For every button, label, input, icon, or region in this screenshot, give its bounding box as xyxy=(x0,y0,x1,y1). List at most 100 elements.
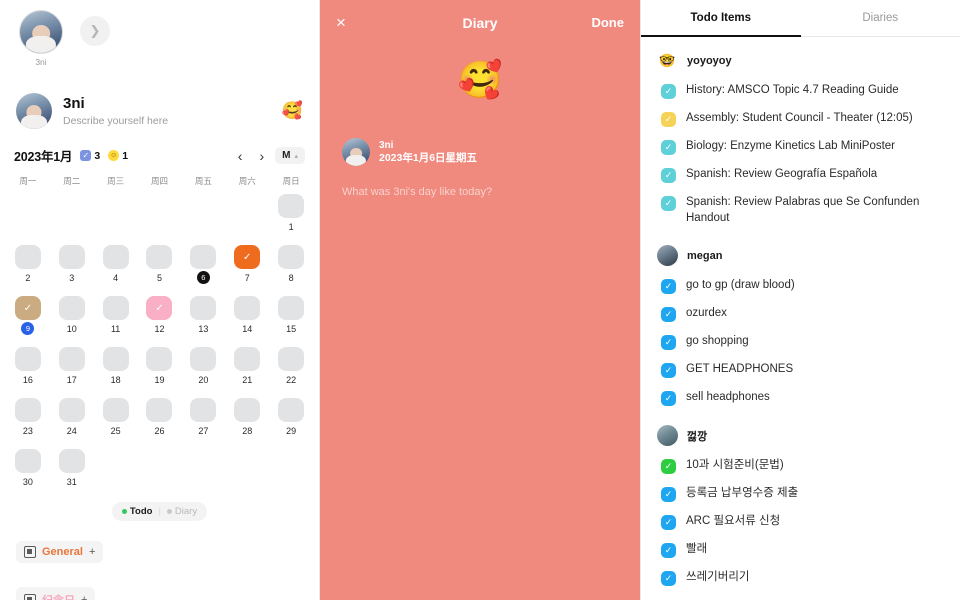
todo-item[interactable]: ✓ ARC 필요서류 신청 xyxy=(657,508,944,536)
calendar-day-cell[interactable]: 20 xyxy=(181,343,225,390)
checkbox-checked-icon[interactable]: ✓ xyxy=(661,543,676,559)
day-marker[interactable] xyxy=(102,296,129,320)
day-marker[interactable] xyxy=(146,398,173,422)
calendar-day-cell[interactable]: 19 xyxy=(138,343,182,390)
day-marker[interactable] xyxy=(278,296,305,320)
calendar-day-cell[interactable]: ✓ 7 xyxy=(225,241,269,288)
calendar-day-cell[interactable]: 21 xyxy=(225,343,269,390)
calendar-day-cell[interactable]: ✓ 9 xyxy=(6,292,50,339)
calendar-day-cell[interactable]: 4 xyxy=(94,241,138,288)
calendar-month-title[interactable]: 2023年1月 xyxy=(14,146,73,165)
day-marker[interactable] xyxy=(14,245,41,269)
add-item-icon[interactable]: + xyxy=(81,594,87,600)
done-button[interactable]: Done xyxy=(526,15,624,30)
calendar-day-cell[interactable]: 22 xyxy=(269,343,313,390)
calendar-day-cell[interactable]: 29 xyxy=(269,394,313,441)
profile-avatar[interactable] xyxy=(16,93,52,129)
calendar-day-cell[interactable]: 14 xyxy=(225,292,269,339)
calendar-day-cell[interactable]: 8 xyxy=(269,241,313,288)
todo-item[interactable]: ✓ go to gp (draw blood) xyxy=(657,272,944,300)
profile-row[interactable]: 3ni Describe yourself here 🥰 xyxy=(0,93,319,129)
diary-text-input[interactable]: What was 3ni's day like today? xyxy=(320,186,640,198)
checkbox-checked-icon[interactable]: ✓ xyxy=(661,84,676,99)
todo-item[interactable]: ✓ Assembly: Student Council - Theater (12… xyxy=(657,105,944,133)
day-marker-checked[interactable]: ✓ xyxy=(14,296,41,320)
todo-item[interactable]: ✓ sell headphones xyxy=(657,384,944,412)
calendar-day-cell[interactable]: 13 xyxy=(181,292,225,339)
day-marker[interactable] xyxy=(102,347,129,371)
day-marker[interactable] xyxy=(58,347,85,371)
day-marker[interactable] xyxy=(58,245,85,269)
calendar-day-cell[interactable]: 5 xyxy=(138,241,182,288)
story-item-3ni[interactable]: 3ni xyxy=(18,10,64,67)
next-month-icon[interactable]: › xyxy=(253,148,270,164)
checkbox-checked-icon[interactable]: ✓ xyxy=(661,140,676,155)
chevron-right-icon[interactable]: ❯ xyxy=(80,16,110,46)
checkbox-checked-icon[interactable]: ✓ xyxy=(661,515,676,531)
todo-item[interactable]: ✓ Spanish: Review Geografía Española xyxy=(657,161,944,189)
todo-item[interactable]: ✓ 등록금 납부영수증 제출 xyxy=(657,480,944,508)
calendar-day-cell[interactable]: 27 xyxy=(181,394,225,441)
day-marker[interactable] xyxy=(146,245,173,269)
day-marker[interactable] xyxy=(234,296,261,320)
day-marker[interactable] xyxy=(14,449,41,473)
calendar-day-cell[interactable]: 25 xyxy=(94,394,138,441)
day-marker[interactable] xyxy=(58,398,85,422)
day-marker[interactable] xyxy=(190,245,217,269)
checkbox-checked-icon[interactable]: ✓ xyxy=(661,391,676,407)
day-marker[interactable] xyxy=(58,296,85,320)
view-mode-button[interactable]: M ▴ xyxy=(275,147,305,164)
tag-1[interactable]: 纪念日 + xyxy=(16,587,96,600)
day-marker[interactable] xyxy=(58,449,85,473)
calendar-day-cell[interactable]: 18 xyxy=(94,343,138,390)
checkbox-checked-icon[interactable]: ✓ xyxy=(661,307,676,323)
checkbox-checked-icon[interactable]: ✓ xyxy=(661,279,676,295)
todo-item[interactable]: ✓ ozurdex xyxy=(657,300,944,328)
todo-item[interactable]: ✓ Biology: Enzyme Kinetics Lab MiniPoster xyxy=(657,133,944,161)
calendar-day-cell[interactable]: 10 xyxy=(50,292,94,339)
todo-item[interactable]: ✓ go shopping xyxy=(657,328,944,356)
day-marker[interactable] xyxy=(234,398,261,422)
calendar-day-cell[interactable]: 6 xyxy=(181,241,225,288)
day-marker[interactable] xyxy=(14,398,41,422)
calendar-day-cell[interactable]: 2 xyxy=(6,241,50,288)
todo-item[interactable]: ✓ History: AMSCO Topic 4.7 Reading Guide xyxy=(657,77,944,105)
avatar[interactable] xyxy=(19,10,63,54)
checkbox-checked-icon[interactable]: ✓ xyxy=(661,196,676,211)
todo-item[interactable]: ✓ 쓰레기버리기 xyxy=(657,564,944,592)
day-marker[interactable] xyxy=(14,347,41,371)
day-marker-checked[interactable]: ✓ xyxy=(234,245,261,269)
day-marker[interactable] xyxy=(278,245,305,269)
checkbox-checked-icon[interactable]: ✓ xyxy=(661,335,676,351)
todo-group-header[interactable]: megan xyxy=(657,232,944,272)
calendar-day-cell[interactable]: 23 xyxy=(6,394,50,441)
day-marker[interactable] xyxy=(190,398,217,422)
day-marker[interactable] xyxy=(190,347,217,371)
day-marker[interactable] xyxy=(102,245,129,269)
day-marker[interactable] xyxy=(234,347,261,371)
close-icon[interactable]: × xyxy=(336,14,434,31)
day-marker[interactable] xyxy=(146,347,173,371)
add-item-icon[interactable]: + xyxy=(89,546,95,558)
day-marker[interactable] xyxy=(102,398,129,422)
checkbox-checked-icon[interactable]: ✓ xyxy=(661,363,676,379)
checkbox-checked-icon[interactable]: ✓ xyxy=(661,487,676,503)
tag-0[interactable]: General + xyxy=(16,541,104,563)
tab-todo-items[interactable]: Todo Items xyxy=(641,0,801,37)
day-marker[interactable] xyxy=(278,398,305,422)
todo-group-header[interactable]: 껋깡 xyxy=(657,412,944,452)
toggle-option-diary[interactable]: Diary xyxy=(166,506,197,517)
todo-item[interactable]: ✓ 빨래 xyxy=(657,536,944,564)
tab-diaries[interactable]: Diaries xyxy=(801,0,960,36)
calendar-day-cell[interactable]: 28 xyxy=(225,394,269,441)
todo-item[interactable]: ✓ GET HEADPHONES xyxy=(657,356,944,384)
calendar-day-cell[interactable]: 24 xyxy=(50,394,94,441)
day-marker[interactable] xyxy=(190,296,217,320)
calendar-day-cell[interactable]: 15 xyxy=(269,292,313,339)
mood-emoji[interactable]: 🥰 xyxy=(320,59,640,101)
todo-item[interactable]: ✓ 10과 시험준비(문법) xyxy=(657,452,944,480)
calendar-day-cell[interactable]: 30 xyxy=(6,445,50,492)
toggle-option-todo[interactable]: Todo xyxy=(121,506,152,517)
day-marker-checked[interactable]: ✓ xyxy=(146,296,173,320)
todo-diary-toggle[interactable]: Todo | Diary xyxy=(111,502,208,521)
